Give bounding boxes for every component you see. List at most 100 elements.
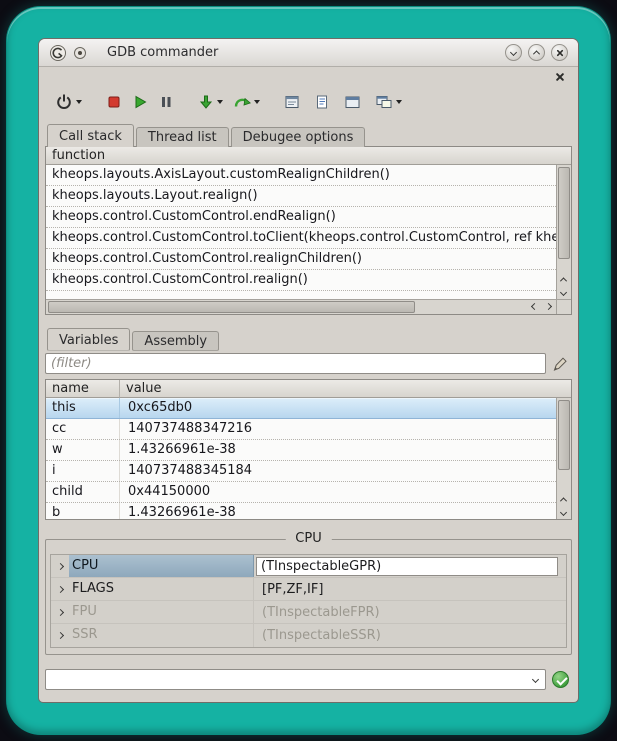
- messages-button[interactable]: [282, 92, 302, 112]
- expand-icon[interactable]: [51, 587, 69, 592]
- callstack-row[interactable]: kheops.layouts.Layout.realign(): [46, 186, 556, 207]
- register-group-name: CPU: [69, 555, 254, 577]
- step-into-icon: [198, 94, 214, 110]
- variable-name: i: [46, 461, 120, 481]
- register-group-name: FLAGS: [69, 578, 254, 600]
- watch-window-icon: [344, 94, 361, 110]
- step-over-button[interactable]: [231, 92, 262, 112]
- tab-debugee-options[interactable]: Debugee options: [231, 127, 366, 147]
- stop-button[interactable]: [104, 92, 124, 112]
- variables-header: name value: [46, 380, 571, 398]
- close-icon: [556, 49, 564, 57]
- variable-row[interactable]: child 0x44150000: [46, 482, 556, 503]
- run-button[interactable]: [130, 92, 150, 112]
- dock-close-button[interactable]: [553, 70, 567, 84]
- variable-row[interactable]: b 1.43266961e-38: [46, 503, 556, 519]
- variable-value: 140737488345184: [120, 461, 556, 481]
- scroll-left-button[interactable]: [528, 300, 541, 313]
- callstack-row[interactable]: kheops.control.CustomControl.toClient(kh…: [46, 228, 556, 249]
- variables-list: this 0xc65db0 cc 140737488347216 w 1.432…: [46, 398, 556, 519]
- scroll-up-button[interactable]: [557, 273, 570, 286]
- scroll-down-button[interactable]: [557, 286, 570, 299]
- app-icon[interactable]: [49, 44, 67, 62]
- chevron-down-icon: [560, 289, 567, 296]
- scrollbar-thumb[interactable]: [48, 301, 415, 313]
- stop-icon: [106, 94, 122, 110]
- variables-vertical-scrollbar[interactable]: [556, 398, 571, 519]
- dropdown-chevron-icon[interactable]: [217, 100, 223, 104]
- run-icon: [132, 94, 148, 110]
- callstack-horizontal-scrollbar[interactable]: [46, 299, 556, 314]
- tab-assembly[interactable]: Assembly: [132, 331, 219, 351]
- callstack-row[interactable]: kheops.control.CustomControl.realign(): [46, 270, 556, 291]
- maximize-button[interactable]: [528, 44, 545, 61]
- tab-variables[interactable]: Variables: [47, 328, 130, 351]
- pause-button[interactable]: [156, 92, 176, 112]
- chevron-right-icon: [545, 303, 552, 310]
- expand-icon[interactable]: [51, 564, 69, 569]
- combo-chevron-icon[interactable]: [532, 676, 539, 683]
- dropdown-chevron-icon[interactable]: [254, 100, 260, 104]
- dropdown-chevron-icon[interactable]: [76, 100, 82, 104]
- callstack-row[interactable]: kheops.layouts.AxisLayout.customRealignC…: [46, 165, 556, 186]
- variable-row[interactable]: i 140737488345184: [46, 461, 556, 482]
- register-group-name: SSR: [69, 624, 254, 647]
- scroll-up-button[interactable]: [557, 493, 570, 506]
- step-over-icon: [233, 94, 251, 110]
- register-group-name: FPU: [69, 601, 254, 623]
- filter-row: [45, 353, 572, 375]
- pause-icon: [158, 94, 174, 110]
- inspect-icon: [375, 94, 393, 110]
- scrollbar-corner: [556, 299, 571, 314]
- callstack-vertical-scrollbar[interactable]: [556, 165, 571, 299]
- variable-row[interactable]: this 0xc65db0: [46, 398, 556, 419]
- step-into-button[interactable]: [196, 92, 225, 112]
- chevron-up-icon: [560, 277, 567, 284]
- inspect-button[interactable]: [373, 92, 404, 112]
- scroll-right-button[interactable]: [542, 300, 555, 313]
- callstack-row[interactable]: kheops.control.CustomControl.realignChil…: [46, 249, 556, 270]
- call-list-button[interactable]: [312, 92, 332, 112]
- filter-input[interactable]: [45, 353, 546, 374]
- scrollbar-thumb[interactable]: [558, 167, 570, 259]
- variable-value: 0xc65db0: [120, 398, 556, 418]
- power-button[interactable]: [53, 91, 84, 113]
- watch-window-button[interactable]: [342, 92, 363, 112]
- expand-icon[interactable]: [51, 610, 69, 615]
- cpu-row[interactable]: CPU (TInspectableGPR): [51, 555, 566, 578]
- command-row: [45, 669, 572, 691]
- scrollbar-thumb[interactable]: [558, 400, 570, 470]
- variables-panel: name value this 0xc65db0 cc 140737488347…: [45, 379, 572, 520]
- stack-tabbar: Call stack Thread list Debugee options: [47, 123, 367, 147]
- minimize-button[interactable]: [505, 44, 522, 61]
- cpu-row[interactable]: FPU (TInspectableFPR): [51, 601, 566, 624]
- callstack-row[interactable]: kheops.control.CustomControl.endRealign(…: [46, 207, 556, 228]
- execute-command-button[interactable]: [552, 671, 569, 688]
- command-combobox[interactable]: [45, 669, 546, 690]
- register-value-editor[interactable]: (TInspectableGPR): [256, 557, 558, 576]
- dropdown-chevron-icon[interactable]: [396, 100, 402, 104]
- messages-icon: [284, 94, 300, 110]
- scroll-down-button[interactable]: [557, 506, 570, 519]
- pin-icon[interactable]: [73, 46, 87, 60]
- register-group-value: (TInspectableFPR): [254, 605, 566, 620]
- chevron-left-icon: [531, 303, 538, 310]
- close-button[interactable]: [551, 44, 568, 61]
- variables-header-name[interactable]: name: [46, 380, 120, 398]
- tab-call-stack[interactable]: Call stack: [47, 124, 134, 147]
- callstack-header-function[interactable]: function: [46, 147, 571, 165]
- variable-row[interactable]: w 1.43266961e-38: [46, 440, 556, 461]
- callstack-list: kheops.layouts.AxisLayout.customRealignC…: [46, 165, 556, 299]
- variable-name: cc: [46, 419, 120, 439]
- callstack-panel: function kheops.layouts.AxisLayout.custo…: [45, 146, 572, 315]
- variable-row[interactable]: cc 140737488347216: [46, 419, 556, 440]
- variables-header-value[interactable]: value: [120, 380, 571, 398]
- cpu-row[interactable]: SSR (TInspectableSSR): [51, 624, 566, 647]
- cpu-row[interactable]: FLAGS [PF,ZF,IF]: [51, 578, 566, 601]
- callstack-header: function: [46, 147, 571, 165]
- command-input[interactable]: [48, 671, 523, 688]
- filter-options-button[interactable]: [550, 354, 570, 374]
- chevron-down-icon: [560, 509, 567, 516]
- expand-icon[interactable]: [51, 633, 69, 638]
- tab-thread-list[interactable]: Thread list: [136, 127, 229, 147]
